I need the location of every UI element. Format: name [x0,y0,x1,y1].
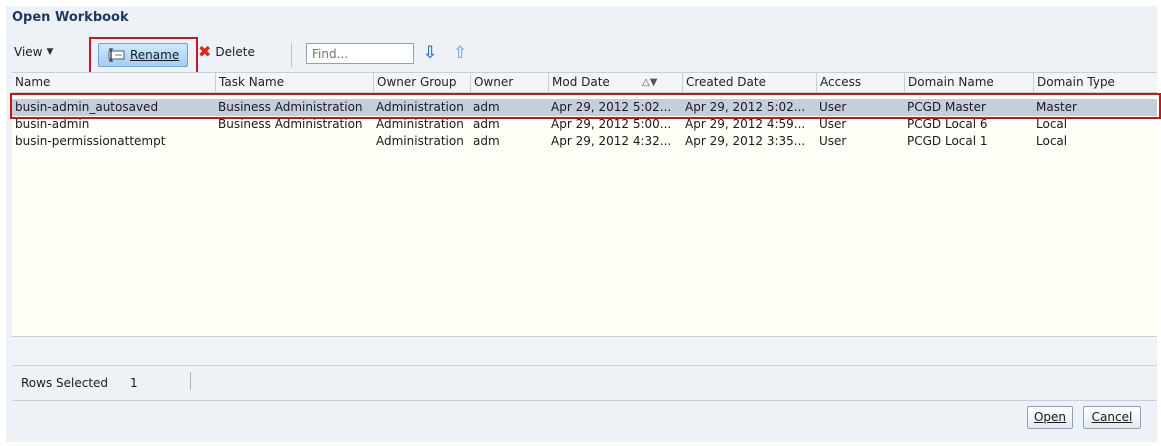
horizontal-scrollbar[interactable] [12,337,1157,366]
mod-date-label: Mod Date [552,75,610,89]
column-header-task-name[interactable]: Task Name [215,73,373,92]
sort-arrows-icon[interactable]: △▼ [642,73,657,92]
open-button[interactable]: Open [1027,406,1073,429]
table-row[interactable]: busin-permissionattempt Administration a… [12,133,1157,150]
column-header-access[interactable]: Access [816,73,904,92]
delete-x-icon: ✖ [198,42,212,61]
status-separator [190,372,191,390]
delete-button[interactable]: ✖ Delete [198,42,255,61]
column-header-name[interactable]: Name [12,73,215,92]
column-header-mod-date[interactable]: Mod Date △▼ [548,73,682,92]
cell-domain-type: Local [1036,134,1068,148]
view-menu-button[interactable]: View ▼ [14,45,53,59]
cell-domain-name: PCGD Local 1 [907,134,988,148]
arrow-down-icon[interactable]: ⇩ [423,43,437,63]
find-input[interactable] [306,43,414,64]
dialog-title: Open Workbook [12,10,129,25]
column-header-domain-type[interactable]: Domain Type [1033,73,1157,92]
status-bar: Rows Selected 1 [12,366,1157,401]
rows-selected-label: Rows Selected [21,376,109,390]
column-header-domain-name[interactable]: Domain Name [904,73,1033,92]
toolbar: View ▼ Rename ✖ Delete ⇩ ⇧ [6,36,1157,79]
view-label: View [14,45,43,59]
open-workbook-dialog: Open Workbook View ▼ Rename ✖ Delete ⇩ ⇧ [6,6,1161,442]
toolbar-separator [291,43,292,67]
rows-selected-count: 1 [130,376,138,390]
cell-mod-date: Apr 29, 2012 4:32... [551,134,672,148]
table-header: Name Task Name Owner Group Owner Mod Dat… [12,73,1157,93]
delete-label: Delete [215,45,255,59]
selected-row-highlight-box [10,93,1161,119]
cell-name: busin-permissionattempt [15,134,166,148]
cell-created-date: Apr 29, 2012 3:35... [685,134,806,148]
column-header-owner[interactable]: Owner [470,73,548,92]
column-header-created-date[interactable]: Created Date [682,73,816,92]
arrow-up-icon[interactable]: ⇧ [453,43,467,63]
column-header-owner-group[interactable]: Owner Group [373,73,470,92]
cell-task-name [215,133,373,150]
cell-access: User [819,134,847,148]
cell-owner-group: Administration [376,134,464,148]
chevron-down-icon: ▼ [46,47,54,57]
cancel-button[interactable]: Cancel [1083,406,1141,429]
cell-owner: adm [473,134,500,148]
